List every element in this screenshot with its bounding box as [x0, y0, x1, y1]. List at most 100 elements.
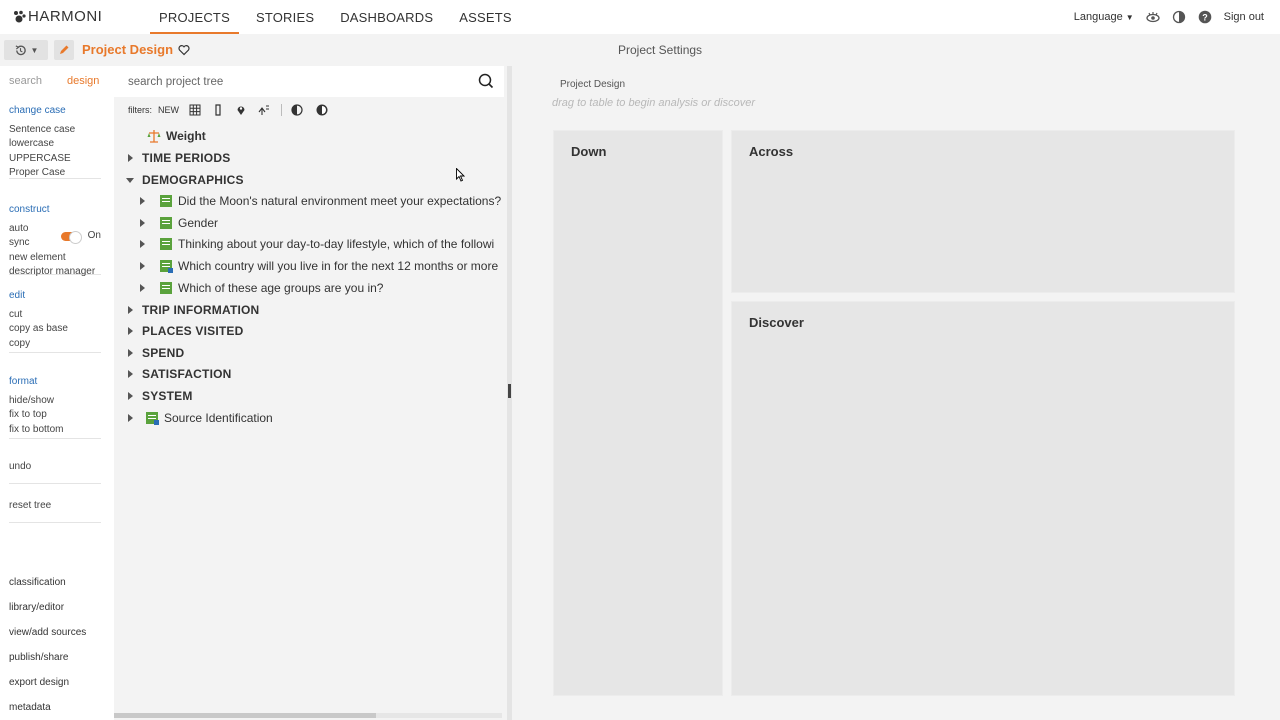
tree-item-label: Gender [178, 216, 219, 230]
tree-item-label: Source Identification [164, 411, 273, 425]
tree-item-source-identification[interactable]: Source Identification [128, 408, 273, 428]
tree-item-weight[interactable]: Weight [147, 126, 206, 146]
classification-link[interactable]: classification [9, 577, 66, 588]
help-icon[interactable]: ? [1198, 10, 1212, 24]
fix-to-bottom-option[interactable]: fix to bottom [9, 423, 101, 438]
expand-arrow-icon[interactable] [128, 306, 133, 314]
heart-icon[interactable] [178, 44, 190, 56]
expand-arrow-icon[interactable] [128, 414, 133, 422]
question-icon [160, 217, 172, 229]
down-drop-zone[interactable]: Down [553, 130, 723, 696]
logo-icon [14, 10, 26, 22]
chevron-down-icon: ▼ [30, 45, 39, 55]
hide-show-option[interactable]: hide/show [9, 394, 101, 409]
grid-filter-icon[interactable] [189, 104, 201, 116]
across-drop-zone[interactable]: Across [731, 130, 1235, 293]
design-canvas: Project Design drag to table to begin an… [512, 66, 1280, 720]
tree-category-system[interactable]: SYSTEM [128, 386, 193, 406]
tab-search[interactable]: search [9, 75, 42, 87]
tree-item-label: Thinking about your day-to-day lifestyle… [178, 237, 495, 251]
scrollbar-thumb[interactable] [114, 713, 376, 718]
expand-arrow-icon[interactable] [140, 219, 145, 227]
contrast-icon[interactable] [1172, 10, 1186, 24]
copy-option[interactable]: copy [9, 337, 101, 352]
view-add-sources-link[interactable]: view/add sources [9, 627, 86, 638]
sort-filter-icon[interactable] [258, 104, 270, 116]
publish-share-link[interactable]: publish/share [9, 652, 68, 663]
reset-section: reset tree [9, 499, 101, 523]
tree-question-lifestyle[interactable]: Thinking about your day-to-day lifestyle… [140, 234, 504, 254]
history-icon [15, 44, 26, 55]
tree-horizontal-scrollbar[interactable] [114, 713, 502, 718]
tab-stories[interactable]: STORIES [247, 0, 323, 34]
tree-category-satisfaction[interactable]: SATISFACTION [128, 364, 232, 384]
harmoni-logo[interactable]: HARMONI [12, 8, 102, 25]
tab-design[interactable]: design [67, 75, 99, 87]
undo-option[interactable]: undo [9, 460, 101, 475]
location-pin-icon[interactable] [235, 104, 247, 116]
contrast-filter-icon[interactable] [315, 104, 329, 116]
collapse-arrow-icon[interactable] [126, 177, 134, 183]
auto-sync-toggle[interactable] [61, 230, 82, 244]
expand-arrow-icon[interactable] [140, 240, 145, 248]
tab-assets[interactable]: ASSETS [450, 0, 521, 34]
uppercase-option[interactable]: UPPERCASE [9, 152, 101, 167]
descriptor-manager-option[interactable]: descriptor manager [9, 265, 101, 280]
expand-arrow-icon[interactable] [128, 327, 133, 335]
cut-option[interactable]: cut [9, 308, 101, 323]
filter-divider [281, 104, 283, 116]
tree-question-country[interactable]: Which country will you live in for the n… [140, 256, 498, 276]
lowercase-option[interactable]: lowercase [9, 137, 101, 152]
tree-question-age-groups[interactable]: Which of these age groups are you in? [140, 278, 383, 298]
expand-arrow-icon[interactable] [128, 154, 133, 162]
canvas-project-label: Project Design [560, 79, 626, 90]
project-settings-title[interactable]: Project Settings [618, 43, 702, 57]
eye-icon[interactable] [1145, 10, 1160, 24]
across-label: Across [749, 144, 794, 159]
history-button[interactable]: ▼ [4, 40, 48, 60]
tree-category-places-visited[interactable]: PLACES VISITED [128, 321, 243, 341]
auto-sync-label: auto sync [9, 222, 30, 249]
tab-dashboards[interactable]: DASHBOARDS [331, 0, 442, 34]
tree-category-demographics[interactable]: DEMOGRAPHICS [126, 170, 244, 190]
tree-category-spend[interactable]: SPEND [128, 343, 184, 363]
metadata-link[interactable]: metadata [9, 702, 51, 713]
tree-category-trip-information[interactable]: TRIP INFORMATION [128, 300, 259, 320]
tree-question-gender[interactable]: Gender [140, 213, 218, 233]
main-nav: PROJECTS STORIES DASHBOARDS ASSETS [150, 0, 529, 34]
expand-arrow-icon[interactable] [140, 284, 145, 292]
expand-arrow-icon[interactable] [128, 349, 133, 357]
reset-tree-option[interactable]: reset tree [9, 499, 101, 514]
tree-question-moon-environment[interactable]: Did the Moon's natural environment meet … [140, 191, 501, 211]
canvas-hint: drag to table to begin analysis or disco… [552, 97, 756, 109]
expand-arrow-icon[interactable] [140, 197, 145, 205]
question-icon [160, 282, 172, 294]
search-icon[interactable] [478, 73, 494, 89]
new-element-option[interactable]: new element [9, 251, 101, 266]
filter-new[interactable]: NEW [158, 105, 179, 115]
discover-drop-zone[interactable]: Discover [731, 301, 1235, 696]
expand-arrow-icon[interactable] [140, 262, 145, 270]
project-tree-panel: filters: NEW Weight [114, 66, 507, 720]
expand-arrow-icon[interactable] [128, 392, 133, 400]
splitter-grip[interactable] [508, 384, 511, 398]
sign-out-link[interactable]: Sign out [1224, 11, 1264, 23]
proper-case-option[interactable]: Proper Case [9, 166, 101, 181]
format-heading: format [9, 376, 38, 387]
fix-to-top-option[interactable]: fix to top [9, 408, 101, 423]
edit-title-button[interactable] [54, 40, 74, 60]
construct-heading: construct [9, 204, 50, 215]
copy-as-base-option[interactable]: copy as base [9, 322, 101, 337]
language-dropdown[interactable]: Language ▼ [1074, 11, 1134, 23]
sentence-case-option[interactable]: Sentence case [9, 123, 101, 138]
toggle-filter-icon[interactable] [290, 104, 304, 116]
tree-search-input[interactable] [128, 73, 458, 91]
column-filter-icon[interactable] [212, 104, 224, 116]
expand-arrow-icon[interactable] [128, 370, 133, 378]
tab-projects[interactable]: PROJECTS [150, 0, 239, 34]
library-editor-link[interactable]: library/editor [9, 602, 64, 613]
export-design-link[interactable]: export design [9, 677, 69, 688]
filters-bar: filters: NEW [128, 103, 340, 117]
language-label: Language [1073, 11, 1123, 23]
tree-category-time-periods[interactable]: TIME PERIODS [128, 148, 230, 168]
